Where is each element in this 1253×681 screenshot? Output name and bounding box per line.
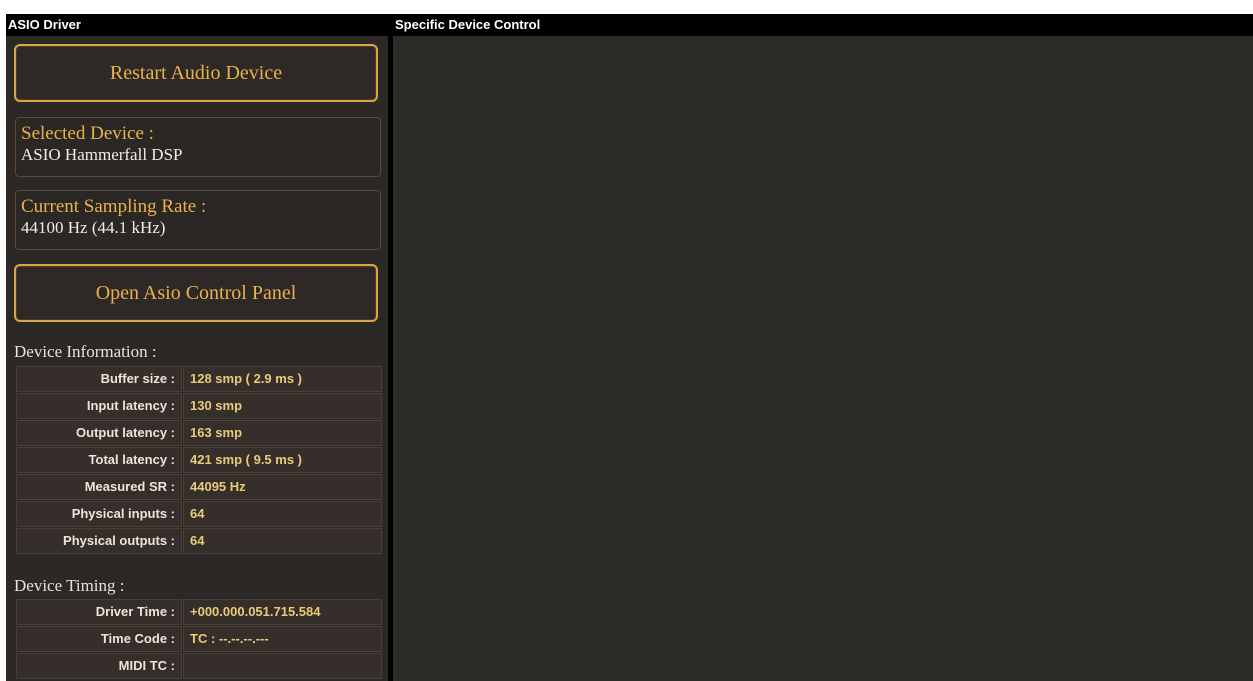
table-row: Buffer size : 128 smp ( 2.9 ms ) [16, 366, 382, 392]
device-information-title: Device Information : [14, 342, 157, 361]
table-row: Physical outputs : 64 [16, 528, 382, 554]
row-key: Output latency : [16, 420, 182, 446]
row-value: TC : --.--.--.--- [183, 626, 382, 652]
sampling-rate-value: 44100 Hz (44.1 kHz) [21, 218, 166, 237]
table-row: MIDI TC : [16, 653, 382, 679]
row-key: Physical outputs : [16, 528, 182, 554]
open-asio-control-panel-button[interactable]: Open Asio Control Panel [14, 264, 378, 322]
table-row: Time Code : TC : --.--.--.--- [16, 626, 382, 652]
device-timing-title: Device Timing : [14, 576, 125, 595]
row-value: 64 [183, 501, 382, 527]
selected-device-label: Selected Device : [21, 123, 154, 144]
restart-audio-device-button[interactable]: Restart Audio Device [14, 44, 378, 102]
sampling-rate-label: Current Sampling Rate : [21, 196, 207, 217]
row-key: MIDI TC : [16, 653, 182, 679]
row-value: +000.000.051.715.584 [183, 599, 382, 625]
row-value: 128 smp ( 2.9 ms ) [183, 366, 382, 392]
row-value: 44095 Hz [183, 474, 382, 500]
device-information-table: Buffer size : 128 smp ( 2.9 ms ) Input l… [16, 366, 382, 555]
asio-driver-panel: ASIO Driver Restart Audio Device Selecte… [6, 14, 388, 681]
row-key: Time Code : [16, 626, 182, 652]
row-value: 64 [183, 528, 382, 554]
table-row: Physical inputs : 64 [16, 501, 382, 527]
table-row: Total latency : 421 smp ( 9.5 ms ) [16, 447, 382, 473]
specific-device-control-panel: Specific Device Control [393, 14, 1253, 681]
row-value: 130 smp [183, 393, 382, 419]
row-value: 421 smp ( 9.5 ms ) [183, 447, 382, 473]
row-key: Buffer size : [16, 366, 182, 392]
table-row: Input latency : 130 smp [16, 393, 382, 419]
row-key: Total latency : [16, 447, 182, 473]
row-key: Measured SR : [16, 474, 182, 500]
row-key: Input latency : [16, 393, 182, 419]
table-row: Driver Time : +000.000.051.715.584 [16, 599, 382, 625]
panel-header-asio-driver: ASIO Driver [6, 14, 388, 36]
panel-header-specific-device-control: Specific Device Control [393, 14, 1253, 36]
sampling-rate-box: Current Sampling Rate : 44100 Hz (44.1 k… [15, 190, 381, 250]
device-timing-table: Driver Time : +000.000.051.715.584 Time … [16, 599, 382, 680]
table-row: Measured SR : 44095 Hz [16, 474, 382, 500]
row-value: 163 smp [183, 420, 382, 446]
selected-device-box: Selected Device : ASIO Hammerfall DSP [15, 117, 381, 177]
selected-device-value: ASIO Hammerfall DSP [21, 145, 183, 164]
row-key: Physical inputs : [16, 501, 182, 527]
table-row: Output latency : 163 smp [16, 420, 382, 446]
row-key: Driver Time : [16, 599, 182, 625]
row-value [183, 653, 382, 679]
